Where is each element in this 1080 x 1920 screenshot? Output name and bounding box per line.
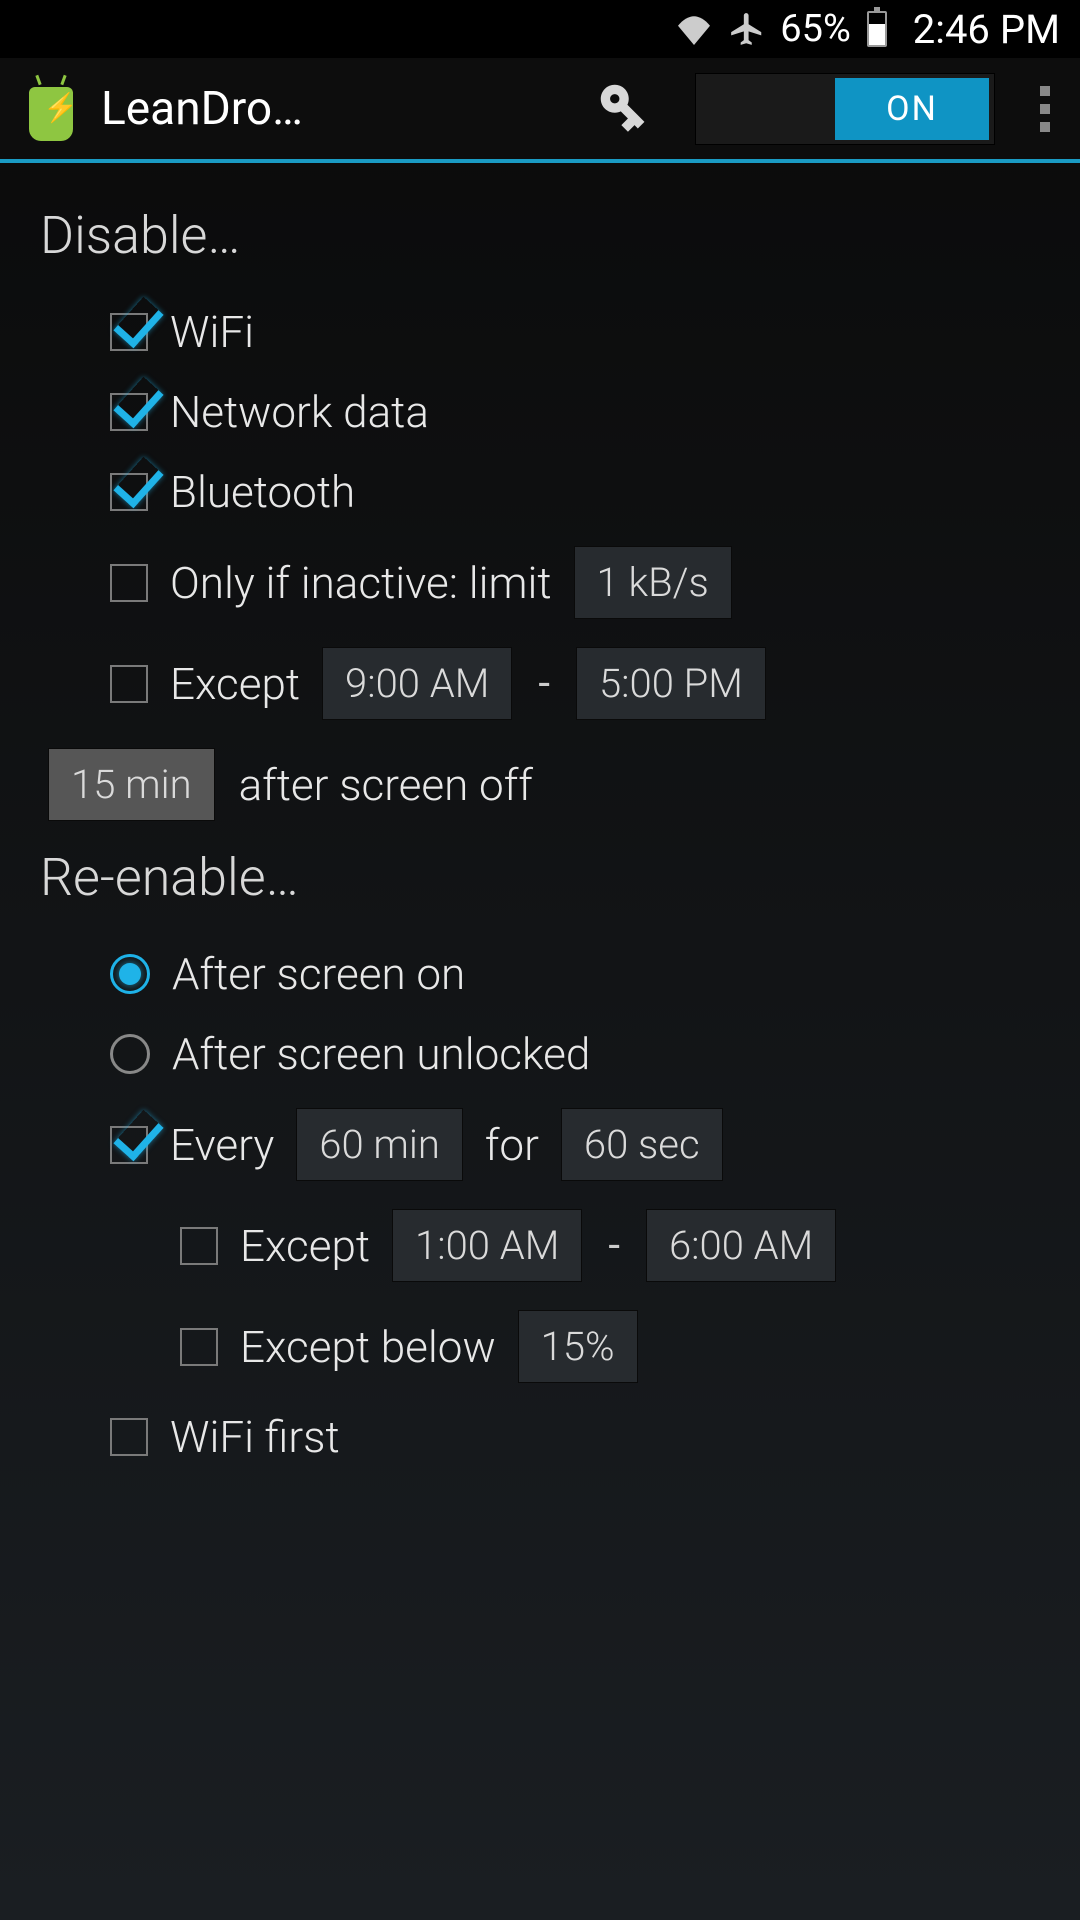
after-delay-value[interactable]: 15 min (48, 748, 215, 821)
inactive-label: Only if inactive: limit (170, 557, 552, 609)
battery-icon (867, 11, 887, 47)
inactive-checkbox[interactable] (110, 564, 148, 602)
reenable-section-title: Re-enable… (40, 847, 1040, 908)
reenable-except-to[interactable]: 6:00 AM (646, 1209, 836, 1282)
inactive-row: Only if inactive: limit 1 kB/s (40, 532, 1040, 633)
reenable-except-from[interactable]: 1:00 AM (392, 1209, 582, 1282)
screen-unlocked-row[interactable]: After screen unlocked (40, 1014, 1040, 1094)
disable-except-from[interactable]: 9:00 AM (322, 647, 512, 720)
inactive-limit-value[interactable]: 1 kB/s (574, 546, 732, 619)
screen-unlocked-label: After screen unlocked (172, 1028, 590, 1080)
wifi-row[interactable]: WiFi (40, 292, 1040, 372)
every-row: Every 60 min for 60 sec (40, 1094, 1040, 1195)
content: Disable… WiFi Network data Bluetooth Onl… (0, 163, 1080, 1507)
disable-except-to[interactable]: 5:00 PM (576, 647, 766, 720)
dash: - (538, 659, 550, 708)
every-duration[interactable]: 60 sec (561, 1108, 723, 1181)
app-icon: ⚡ (25, 77, 77, 141)
bluetooth-row[interactable]: Bluetooth (40, 452, 1040, 532)
wifi-first-label: WiFi first (170, 1411, 340, 1463)
dash: - (608, 1221, 620, 1270)
every-label-mid: for (485, 1119, 539, 1171)
after-screen-off-row: 15 min after screen off (40, 734, 1040, 835)
bluetooth-checkbox[interactable] (110, 473, 148, 511)
main-toggle[interactable]: ON (695, 73, 995, 145)
reenable-except-time-label: Except (240, 1220, 370, 1272)
every-interval[interactable]: 60 min (296, 1108, 463, 1181)
disable-except-label: Except (170, 658, 300, 710)
status-bar: 65% 2:46 PM (0, 0, 1080, 58)
network-data-label: Network data (170, 386, 429, 438)
wifi-first-row[interactable]: WiFi first (40, 1397, 1040, 1477)
screen-on-radio[interactable] (110, 954, 150, 994)
overflow-menu-icon[interactable] (1035, 81, 1055, 137)
wifi-checkbox[interactable] (110, 313, 148, 351)
battery-percent: 65% (780, 7, 851, 51)
disable-section-title: Disable… (40, 205, 1040, 266)
except-below-value[interactable]: 15% (518, 1310, 638, 1383)
bluetooth-label: Bluetooth (170, 466, 355, 518)
key-icon[interactable] (595, 79, 651, 139)
network-data-row[interactable]: Network data (40, 372, 1040, 452)
except-below-label: Except below (240, 1321, 496, 1373)
network-data-checkbox[interactable] (110, 393, 148, 431)
screen-on-label: After screen on (172, 948, 465, 1000)
status-time: 2:46 PM (913, 6, 1060, 53)
app-bar: ⚡ LeanDro… ON (0, 58, 1080, 163)
wifi-label: WiFi (170, 306, 254, 358)
disable-except-checkbox[interactable] (110, 665, 148, 703)
screen-unlocked-radio[interactable] (110, 1034, 150, 1074)
airplane-icon (728, 10, 766, 48)
app-title: LeanDro… (101, 82, 303, 136)
screen-on-row[interactable]: After screen on (40, 934, 1040, 1014)
wifi-first-checkbox[interactable] (110, 1418, 148, 1456)
reenable-except-time-row: Except 1:00 AM - 6:00 AM (40, 1195, 1040, 1296)
every-checkbox[interactable] (110, 1126, 148, 1164)
after-screen-off-label: after screen off (239, 759, 533, 811)
wifi-icon (674, 13, 714, 45)
except-below-checkbox[interactable] (180, 1328, 218, 1366)
every-label-pre: Every (170, 1119, 274, 1171)
except-below-row: Except below 15% (40, 1296, 1040, 1397)
toggle-on-label: ON (835, 78, 989, 140)
disable-except-row: Except 9:00 AM - 5:00 PM (40, 633, 1040, 734)
reenable-except-time-checkbox[interactable] (180, 1227, 218, 1265)
